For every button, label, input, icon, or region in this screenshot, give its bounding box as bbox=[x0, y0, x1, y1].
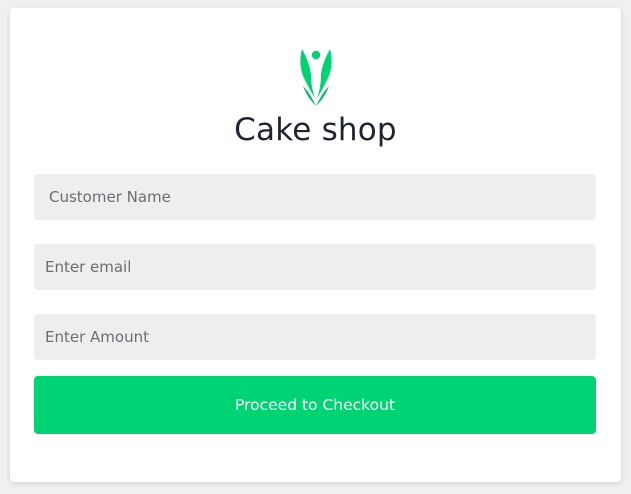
proceed-to-checkout-button[interactable]: Proceed to Checkout bbox=[34, 376, 596, 434]
checkout-card: Cake shop Proceed to Checkout bbox=[10, 8, 621, 482]
customer-name-input[interactable] bbox=[34, 174, 596, 220]
email-input[interactable] bbox=[34, 244, 596, 290]
amount-input[interactable] bbox=[34, 314, 596, 360]
fairy-figure-icon bbox=[300, 49, 332, 106]
page-title: Cake shop bbox=[234, 112, 397, 148]
